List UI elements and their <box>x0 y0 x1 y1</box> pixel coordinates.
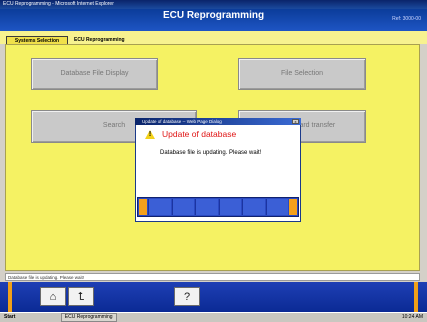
start-button[interactable]: Start <box>0 313 19 322</box>
progress-segment <box>242 199 265 215</box>
dialog-message: Database file is updating. Please wait! <box>160 150 262 156</box>
progress-segment <box>218 199 241 215</box>
taskbar-clock: 10:24 AM <box>401 314 423 320</box>
progress-segment <box>171 199 194 215</box>
progress-segment <box>148 199 171 215</box>
window-title-bar: ECU Reprogramming - Microsoft Internet E… <box>0 0 427 9</box>
database-file-display-button[interactable]: Database File Display <box>31 58 158 90</box>
toolbar-accent-right <box>414 282 418 312</box>
progress-cap-left <box>139 199 147 215</box>
dialog-heading: Update of database <box>162 129 237 139</box>
dialog-close-icon[interactable]: x <box>292 119 299 124</box>
status-bar: Database file is updating. Please wait! <box>5 273 420 281</box>
warning-icon-mark: ! <box>148 131 152 138</box>
help-icon[interactable]: ? <box>174 287 200 306</box>
dialog-title-bar: Update of database -- Web Page Dialog <box>135 118 301 125</box>
home-icon[interactable]: ⌂ <box>40 287 66 306</box>
app-title: ECU Reprogramming <box>162 10 265 21</box>
back-icon[interactable]: ⮤ <box>68 287 94 306</box>
toolbar-accent-left <box>8 282 12 312</box>
dialog-progress-bar <box>137 197 299 217</box>
progress-segment <box>265 199 288 215</box>
windows-taskbar: Start ECU Reprogramming 10:24 AM <box>0 312 427 322</box>
progress-segment <box>195 199 218 215</box>
progress-cap-right <box>289 199 297 215</box>
taskbar-task[interactable]: ECU Reprogramming <box>60 313 117 322</box>
version-label: Ref: 3000-00 <box>392 16 421 22</box>
file-selection-button[interactable]: File Selection <box>238 58 366 90</box>
